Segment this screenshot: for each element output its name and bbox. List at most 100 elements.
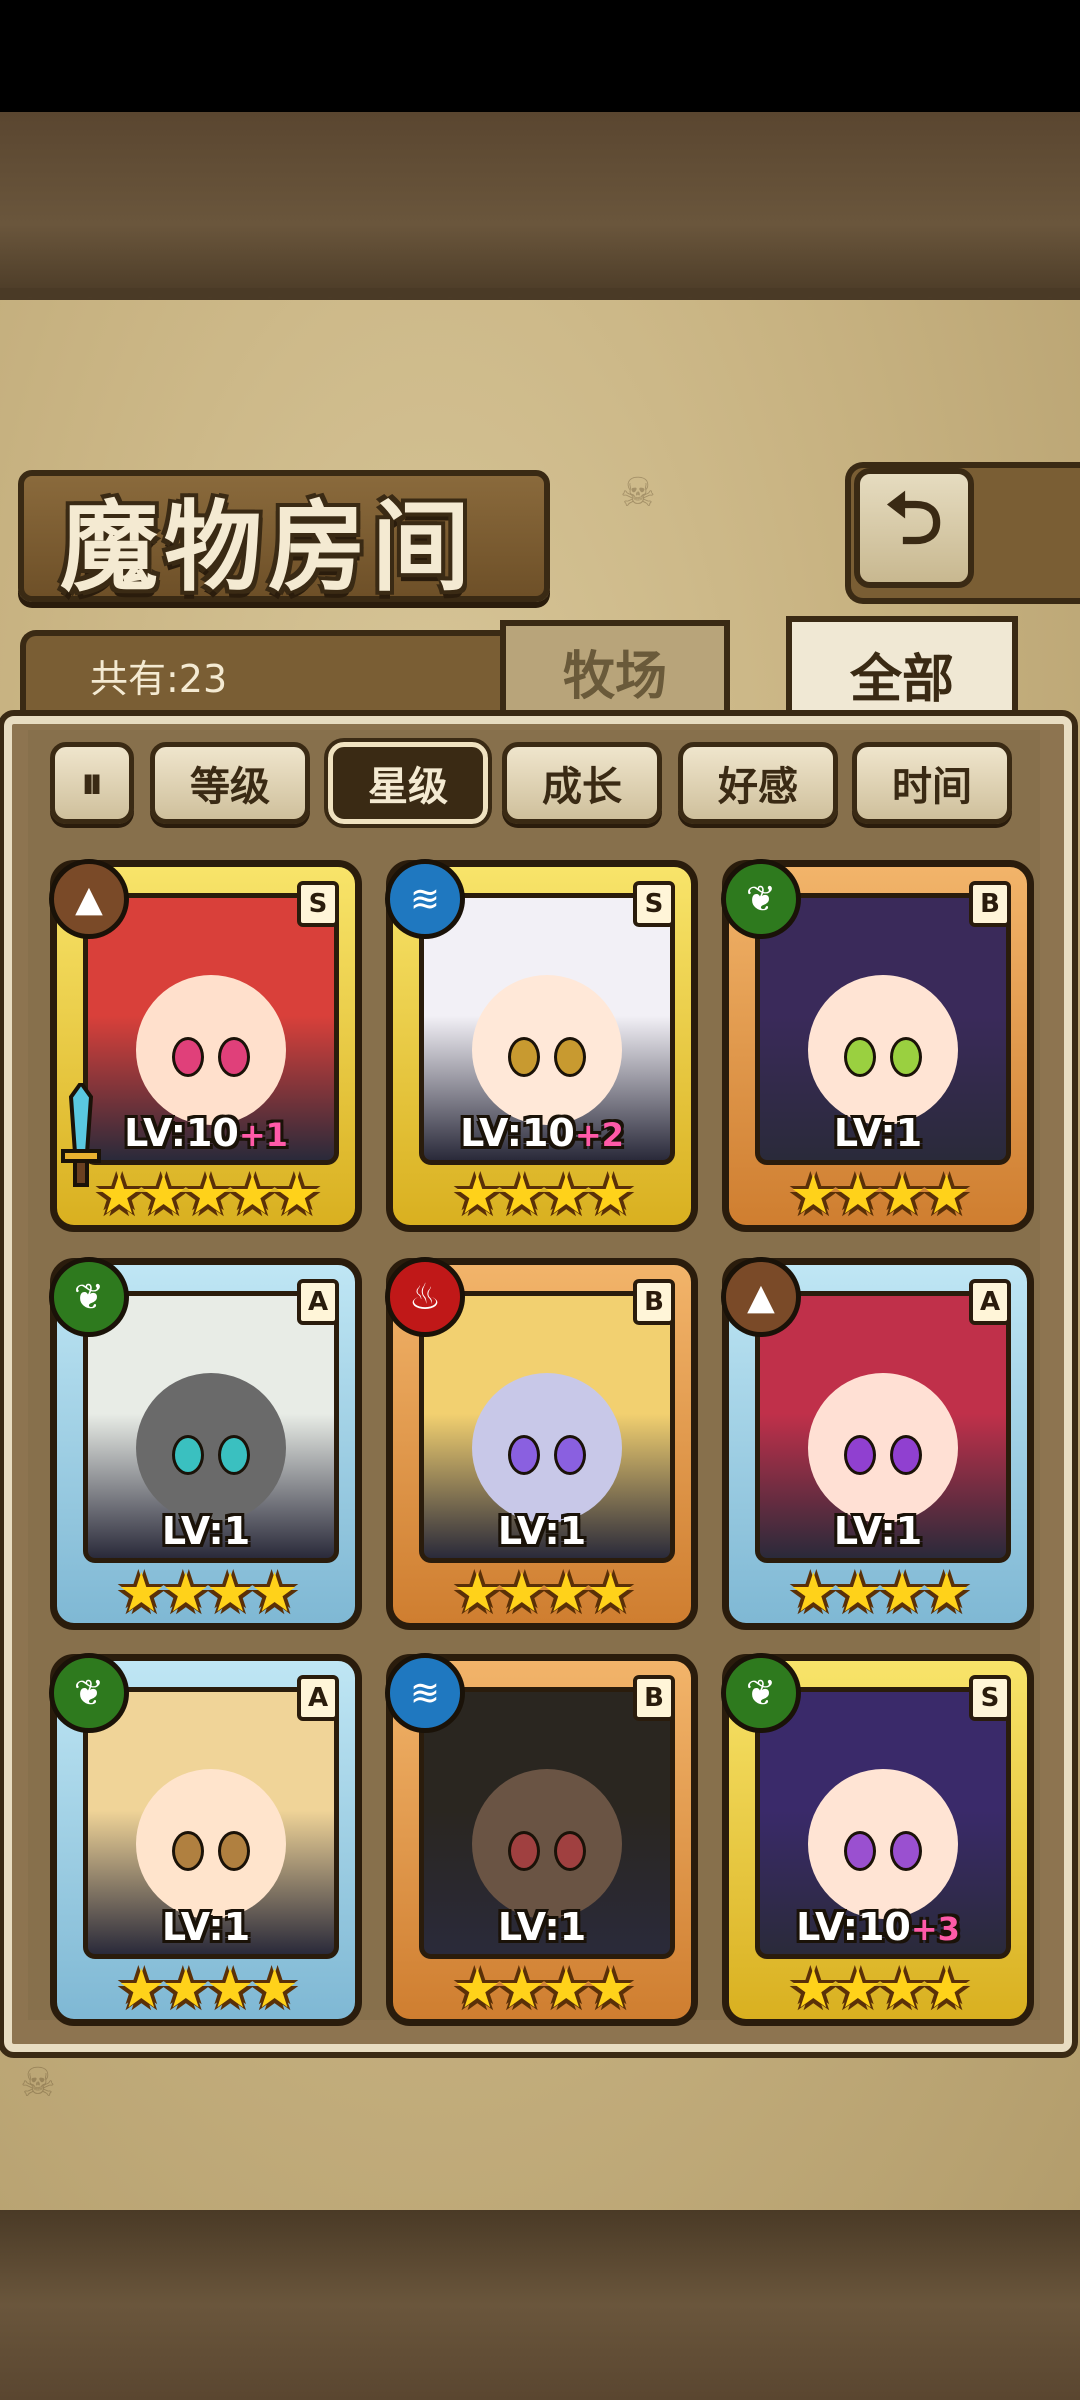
sort-order-toggle[interactable]: ⏸: [50, 742, 134, 824]
level-text: LV:10: [124, 1111, 239, 1155]
level-text: LV:1: [161, 1905, 251, 1949]
monster-level: LV:1: [393, 1509, 691, 1553]
rank-badge: S: [633, 881, 675, 927]
monster-level: LV:10+2: [393, 1111, 691, 1155]
monster-eye: [508, 1434, 540, 1475]
map-skull-icon: ☠: [20, 2060, 56, 2106]
monster-level: LV:10+1: [57, 1111, 355, 1155]
monster-eye: [890, 1036, 922, 1077]
monster-eye: [554, 1036, 586, 1077]
grass-icon: ❦: [49, 1257, 129, 1337]
monster-eye: [172, 1830, 204, 1871]
monster-eye: [218, 1830, 250, 1871]
level-bonus: +2: [574, 1116, 624, 1154]
monster-card[interactable]: S ≋ LV:10+2 ★★★★: [385, 859, 698, 1232]
rank-badge: B: [633, 1279, 675, 1325]
rank-badge: A: [297, 1675, 339, 1721]
monster-card[interactable]: A ❦ LV:1 ★★★★: [49, 1653, 362, 2026]
star-rating: ★★★★: [453, 1561, 635, 1624]
map-skull-icon: ☠: [620, 470, 656, 516]
level-text: LV:1: [497, 1509, 587, 1553]
tab-all[interactable]: 全部: [786, 616, 1018, 726]
monster-face: [808, 1372, 958, 1523]
monster-card[interactable]: S ❦ LV:10+3 ★★★★: [721, 1653, 1034, 2026]
status-bar: [0, 0, 1080, 112]
monster-card[interactable]: A ❦ LV:1 ★★★★: [49, 1257, 362, 1630]
monster-face: [808, 974, 958, 1125]
rank-badge: A: [297, 1279, 339, 1325]
monster-face: [136, 1768, 286, 1919]
star-rating: ★★★★: [789, 1561, 971, 1624]
earth-icon: ▲: [49, 859, 129, 939]
monster-card[interactable]: B ♨ LV:1 ★★★★: [385, 1257, 698, 1630]
level-text: LV:1: [161, 1509, 251, 1553]
star-rating: ★★★★: [789, 1957, 971, 2020]
map-background-bottom: [0, 2210, 1080, 2400]
rank-badge: B: [969, 881, 1011, 927]
level-text: LV:1: [833, 1509, 923, 1553]
monster-face: [472, 974, 622, 1125]
rank-badge: A: [969, 1279, 1011, 1325]
earth-icon: ▲: [721, 1257, 801, 1337]
pause-sort-icon: ⏸: [81, 757, 103, 809]
monster-eye: [844, 1036, 876, 1077]
grass-icon: ❦: [49, 1653, 129, 1733]
monster-eye: [172, 1434, 204, 1475]
monster-eye: [218, 1036, 250, 1077]
monster-card[interactable]: B ≋ LV:1 ★★★★: [385, 1653, 698, 2026]
monster-eye: [172, 1036, 204, 1077]
star-rating: ★★★★: [453, 1163, 635, 1226]
fire-icon: ♨: [385, 1257, 465, 1337]
monster-eye: [890, 1434, 922, 1475]
monster-eye: [554, 1434, 586, 1475]
star-rating: ★★★★: [117, 1561, 299, 1624]
monster-eye: [508, 1830, 540, 1871]
sort-affection-button[interactable]: 好感: [678, 742, 838, 824]
monster-card[interactable]: S ▲ LV:10+1 ★★★★★: [49, 859, 362, 1232]
star-rating: ★★★★: [453, 1957, 635, 2020]
tab-pasture[interactable]: 牧场: [500, 620, 730, 716]
sort-star-button[interactable]: 星级: [324, 738, 492, 828]
monster-level: LV:1: [729, 1111, 1027, 1155]
monster-eye: [508, 1036, 540, 1077]
star-rating: ★★★★★: [94, 1163, 321, 1226]
monster-card[interactable]: B ❦ LV:1 ★★★★: [721, 859, 1034, 1232]
monster-level: LV:10+3: [729, 1905, 1027, 1949]
sort-level-button[interactable]: 等级: [150, 742, 310, 824]
level-bonus: +3: [910, 1910, 960, 1948]
monster-face: [472, 1372, 622, 1523]
monster-face: [136, 1372, 286, 1523]
monster-level: LV:1: [393, 1905, 691, 1949]
sort-time-button[interactable]: 时间: [852, 742, 1012, 824]
monster-eye: [844, 1434, 876, 1475]
rank-badge: B: [633, 1675, 675, 1721]
water-icon: ≋: [385, 1653, 465, 1733]
sort-growth-button[interactable]: 成长: [502, 742, 662, 824]
monster-level: LV:1: [57, 1905, 355, 1949]
monster-face: [136, 974, 286, 1125]
monster-card[interactable]: A ▲ LV:1 ★★★★: [721, 1257, 1034, 1630]
water-icon: ≋: [385, 859, 465, 939]
level-bonus: +1: [238, 1116, 288, 1154]
level-text: LV:10: [460, 1111, 575, 1155]
monster-level: LV:1: [57, 1509, 355, 1553]
page-title: 魔物房间: [60, 490, 477, 605]
level-text: LV:10: [796, 1905, 911, 1949]
monster-eye: [218, 1434, 250, 1475]
level-text: LV:1: [497, 1905, 587, 1949]
monster-eye: [890, 1830, 922, 1871]
monster-eye: [554, 1830, 586, 1871]
level-text: LV:1: [833, 1111, 923, 1155]
star-rating: ★★★★: [117, 1957, 299, 2020]
star-rating: ★★★★: [789, 1163, 971, 1226]
monster-face: [472, 1768, 622, 1919]
monster-eye: [844, 1830, 876, 1871]
rank-badge: S: [297, 881, 339, 927]
monster-face: [808, 1768, 958, 1919]
grass-icon: ❦: [721, 859, 801, 939]
back-button[interactable]: ⮌: [854, 468, 974, 588]
monster-count: 共有:23: [90, 657, 228, 701]
rank-badge: S: [969, 1675, 1011, 1721]
back-arrow-icon: ⮌: [885, 476, 943, 560]
map-background-top: [0, 112, 1080, 300]
